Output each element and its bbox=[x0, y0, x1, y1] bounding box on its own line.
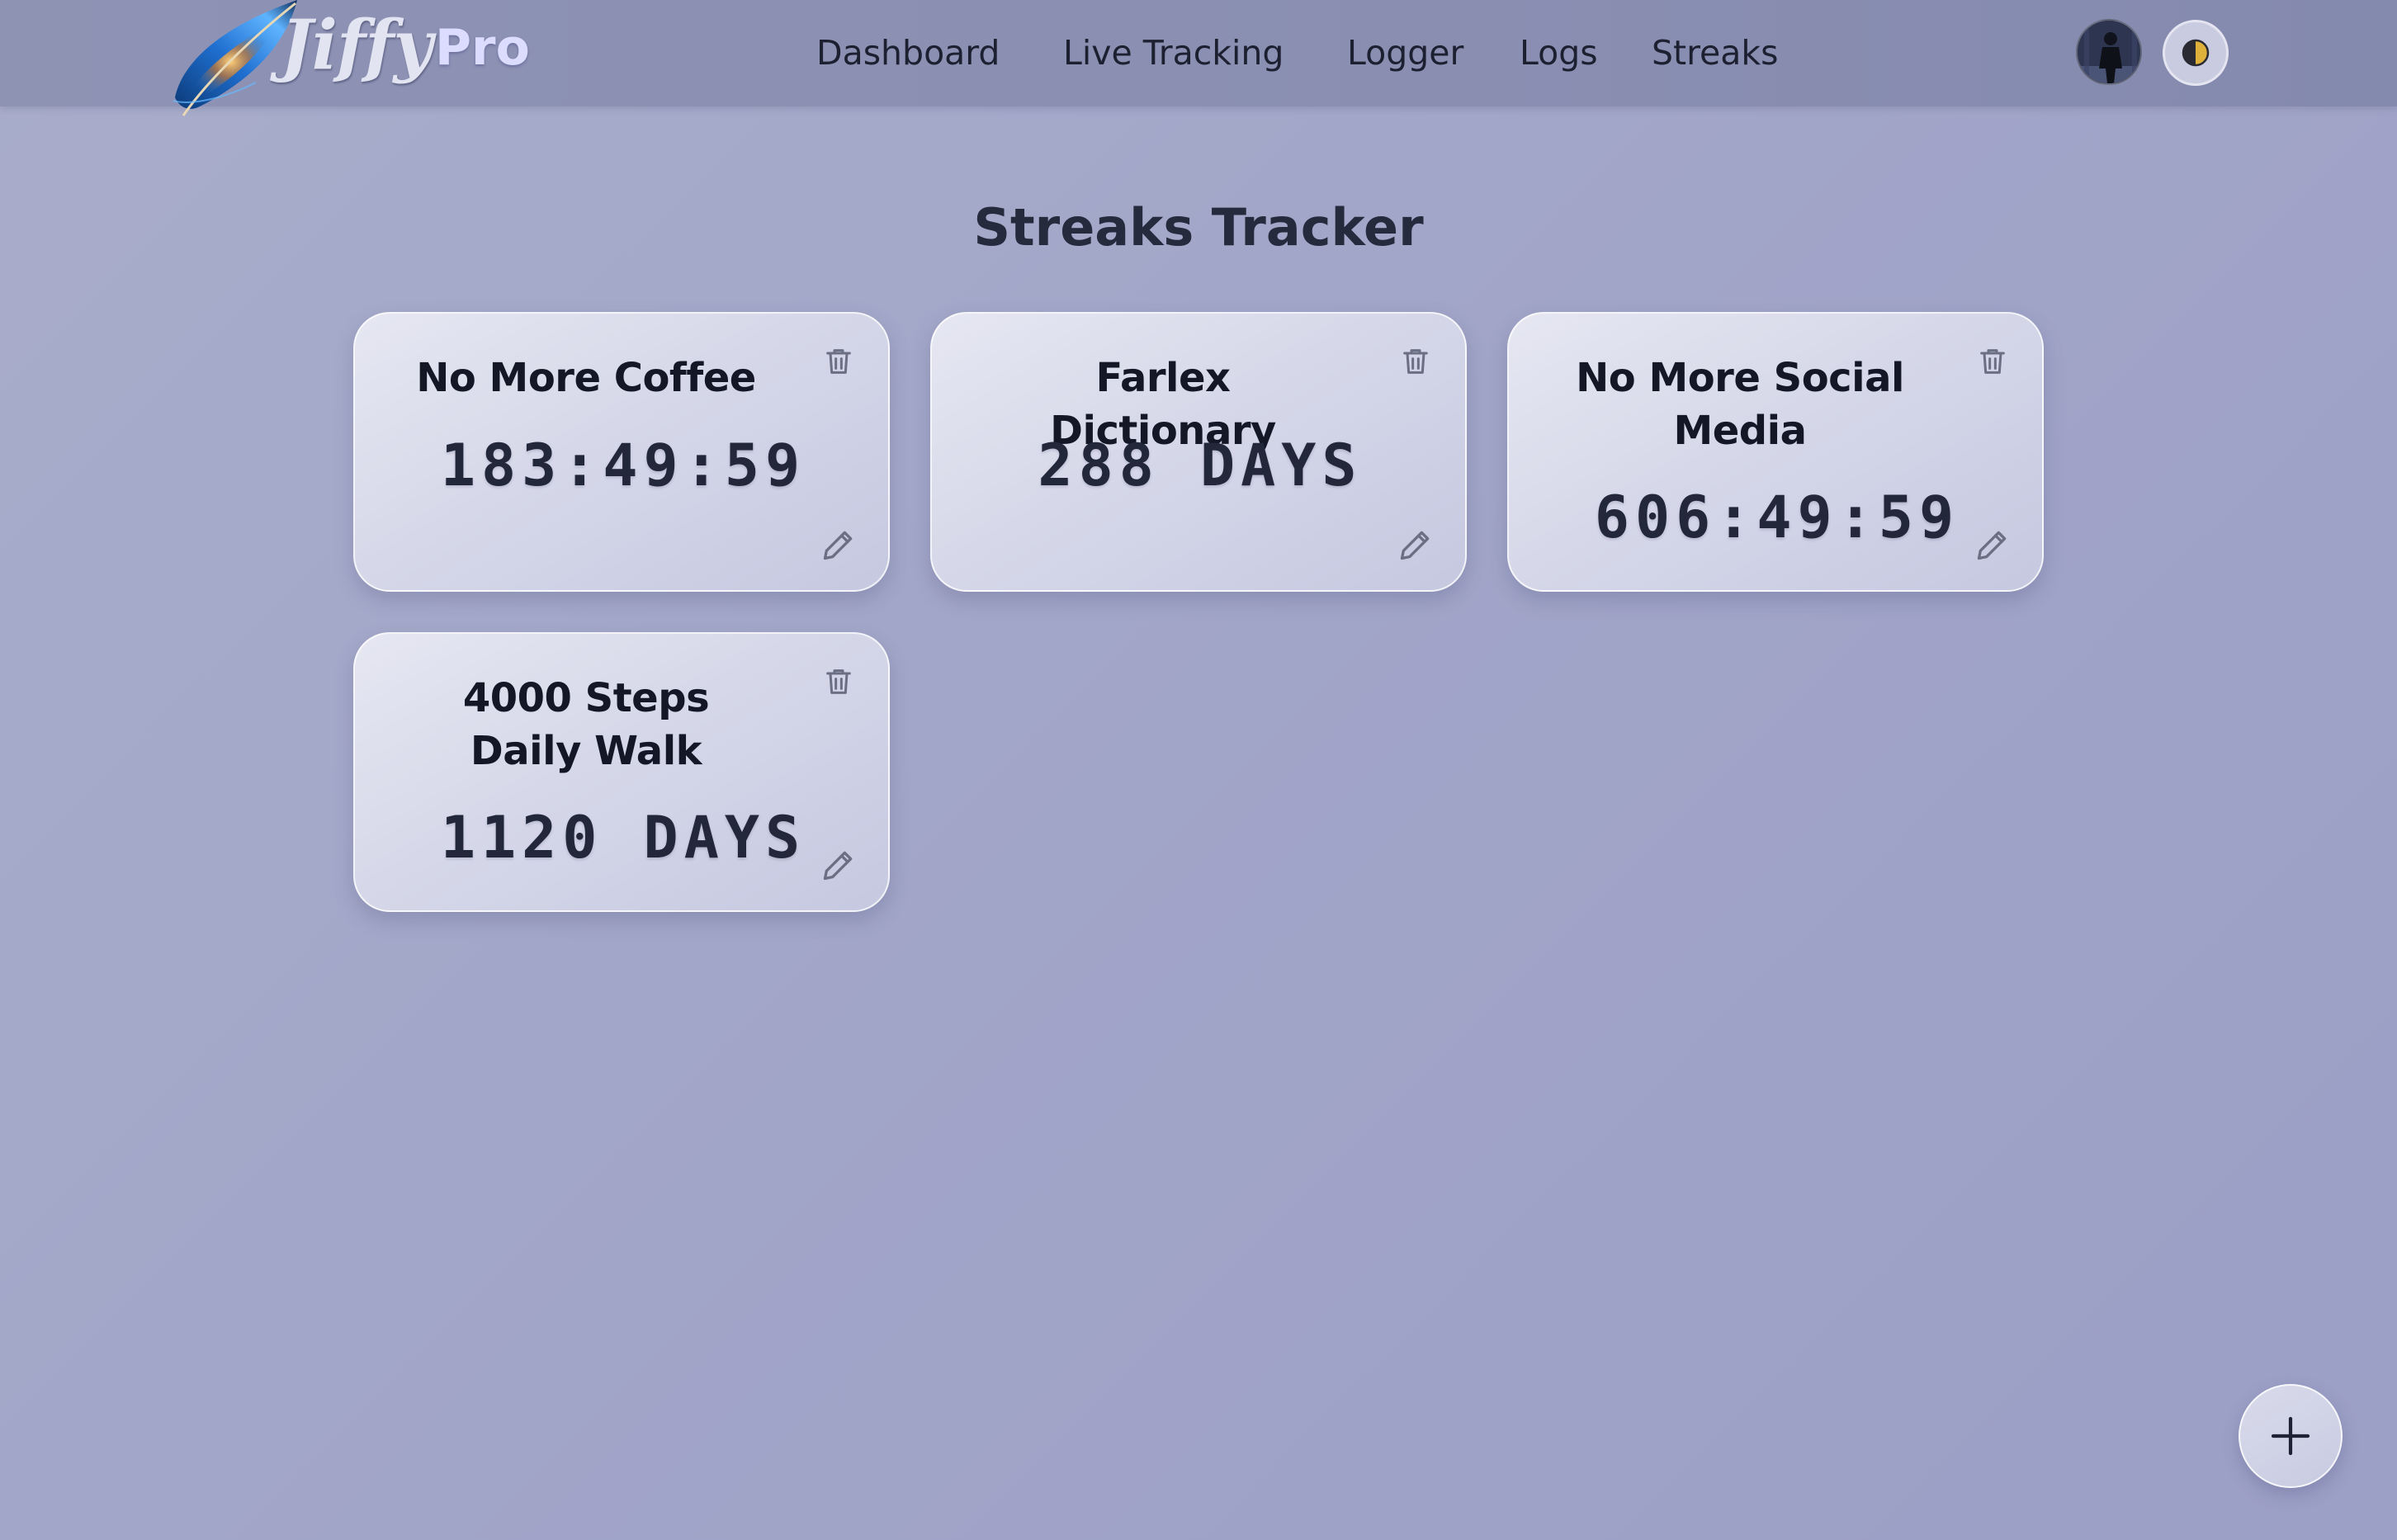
streak-value: 606:49:59 bbox=[1594, 484, 1960, 551]
user-avatar[interactable] bbox=[2076, 19, 2142, 85]
delete-streak-button[interactable] bbox=[1396, 342, 1435, 381]
brand-logo[interactable]: Jiffy Pro bbox=[165, 0, 545, 120]
trash-icon bbox=[826, 669, 851, 694]
delete-streak-button[interactable] bbox=[1973, 342, 2012, 381]
streak-value: 288 DAYS bbox=[1038, 432, 1363, 499]
pencil-icon bbox=[823, 851, 853, 881]
streak-card[interactable]: No More Coffee 183:49:59 bbox=[353, 312, 890, 592]
delete-streak-button[interactable] bbox=[819, 342, 858, 381]
streak-value: 1120 DAYS bbox=[440, 804, 806, 872]
pro-badge: Pro bbox=[435, 19, 530, 77]
pencil-icon bbox=[1400, 531, 1430, 560]
nav-logger[interactable]: Logger bbox=[1347, 31, 1463, 74]
streak-card[interactable]: 4000 Steps Daily Walk 1120 DAYS bbox=[353, 632, 890, 912]
streak-card[interactable]: Farlex Dictionary 288 DAYS bbox=[930, 312, 1467, 592]
trash-icon bbox=[1403, 349, 1428, 374]
trash-icon bbox=[826, 349, 851, 374]
edit-streak-button[interactable] bbox=[1396, 525, 1435, 565]
plus-icon bbox=[2271, 1416, 2310, 1456]
brand-name: Jiffy bbox=[281, 6, 433, 85]
add-streak-button[interactable] bbox=[2239, 1384, 2343, 1488]
page-title: Streaks Tracker bbox=[973, 197, 1424, 257]
user-avatar-icon bbox=[2078, 21, 2140, 83]
pencil-icon bbox=[823, 531, 853, 560]
edit-streak-button[interactable] bbox=[819, 845, 858, 885]
half-moon-icon bbox=[2182, 39, 2210, 67]
trash-icon bbox=[1980, 349, 2005, 374]
theme-toggle-button[interactable] bbox=[2163, 20, 2229, 86]
pencil-icon bbox=[1977, 531, 2007, 560]
streak-title: 4000 Steps Daily Walk bbox=[462, 675, 710, 774]
nav-logs[interactable]: Logs bbox=[1520, 31, 1598, 74]
edit-streak-button[interactable] bbox=[1973, 525, 2012, 565]
nav-live-tracking[interactable]: Live Tracking bbox=[1063, 31, 1284, 74]
streak-card[interactable]: No More Social Media 606:49:59 bbox=[1507, 312, 2044, 592]
edit-streak-button[interactable] bbox=[819, 525, 858, 565]
top-navbar: Jiffy Pro Dashboard Live Tracking Logger… bbox=[0, 0, 2397, 116]
nav-dashboard[interactable]: Dashboard bbox=[816, 31, 1000, 74]
streak-title: No More Social Media bbox=[1576, 355, 1904, 454]
nav-streaks[interactable]: Streaks bbox=[1652, 31, 1779, 74]
streak-value: 183:49:59 bbox=[440, 432, 806, 499]
delete-streak-button[interactable] bbox=[819, 662, 858, 702]
streak-title: No More Coffee bbox=[416, 355, 756, 401]
